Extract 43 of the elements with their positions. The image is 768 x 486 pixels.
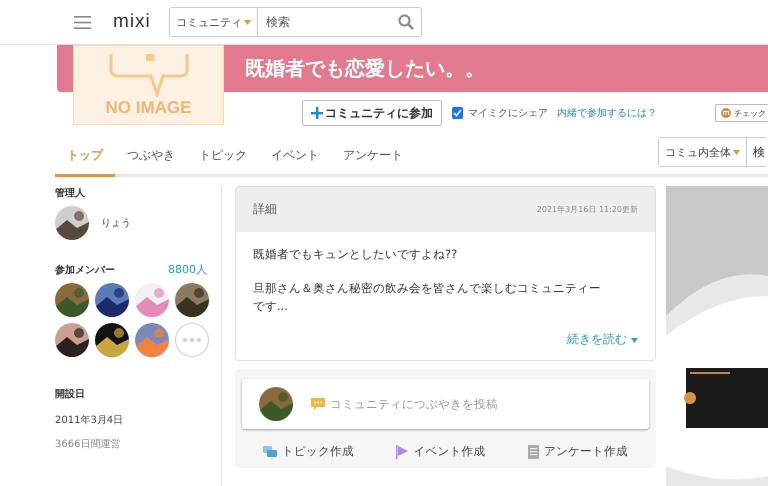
search-field[interactable]: コミュニティ 検索 bbox=[168, 7, 422, 37]
clipboard-icon bbox=[528, 444, 539, 459]
plus-icon bbox=[311, 107, 323, 119]
admin-heading: 管理人 bbox=[55, 186, 86, 200]
chat-bubbles-icon bbox=[263, 446, 278, 458]
detail-heading: 詳細 bbox=[253, 201, 277, 218]
search-scope-dropdown[interactable]: コミュニティ bbox=[170, 8, 258, 36]
running-days: 3666日間運営 bbox=[55, 437, 207, 451]
founded-date: 2011年3月4日 bbox=[55, 414, 124, 427]
caret-icon bbox=[244, 20, 251, 24]
tab[interactable]: イベント bbox=[259, 147, 331, 177]
tab[interactable]: トピック bbox=[187, 147, 259, 177]
tab[interactable]: つぶやき bbox=[115, 147, 187, 177]
share-label: マイミクにシェア bbox=[468, 107, 548, 120]
create-button[interactable]: イベント作成 bbox=[390, 443, 492, 460]
join-button[interactable]: コミュニティに参加 bbox=[302, 100, 442, 126]
create-button[interactable]: トピック作成 bbox=[257, 443, 360, 460]
share-checkbox[interactable] bbox=[452, 107, 463, 119]
menu-icon[interactable] bbox=[74, 16, 91, 28]
caret-icon bbox=[733, 150, 740, 154]
community-title: 既婚者でも恋愛したい。。 bbox=[245, 55, 485, 82]
members-heading: 参加メンバー bbox=[55, 264, 115, 276]
check-button[interactable]: チェック bbox=[715, 104, 768, 122]
placeholder-text: NO IMAGE bbox=[106, 98, 192, 118]
post-placeholder: コミュニティにつぶやきを投稿 bbox=[330, 396, 498, 412]
community-search-field[interactable]: コミュ内全体 検 bbox=[658, 137, 768, 167]
admin-name[interactable]: りょう bbox=[101, 216, 131, 230]
founded-heading: 開設日 bbox=[55, 388, 86, 401]
flag-icon bbox=[396, 444, 408, 459]
speech-bubble-icon bbox=[311, 398, 325, 411]
description-text: 既婚者でもキュンとしたいですよね?? bbox=[253, 246, 458, 263]
tab[interactable]: アンケート bbox=[331, 147, 415, 177]
create-button[interactable]: アンケート作成 bbox=[522, 443, 634, 460]
search-icon[interactable] bbox=[398, 14, 414, 30]
secret-join-link[interactable]: 内緒で参加するには？ bbox=[557, 106, 657, 120]
search-scope-dropdown[interactable]: コミュ内全体 bbox=[659, 138, 747, 166]
logo[interactable]: mixi bbox=[113, 11, 151, 33]
speech-bubble-icon bbox=[106, 54, 190, 98]
m-logo-icon bbox=[721, 108, 731, 118]
ellipsis-icon bbox=[183, 338, 201, 342]
description-text: 旦那さん＆奥さん秘密の飲み会を皆さんで楽しむコミュニティーです... bbox=[253, 280, 602, 315]
updated-time: 2021年3月16日 11:20更新 bbox=[536, 204, 638, 215]
caret-icon bbox=[631, 338, 638, 344]
